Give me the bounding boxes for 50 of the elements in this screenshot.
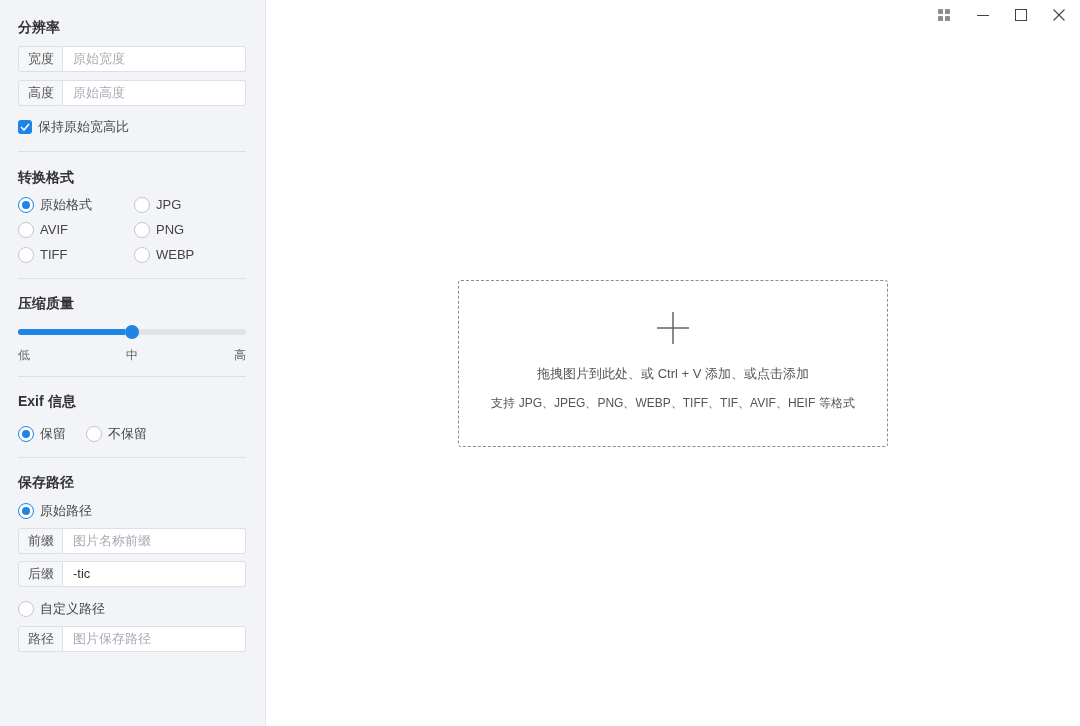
field-label: 路径 — [18, 626, 63, 652]
drop-instruction: 拖拽图片到此处、或 Ctrl + V 添加、或点击添加 — [537, 364, 809, 383]
radio-label[interactable]: WEBP — [156, 242, 195, 267]
slider-label: 中 — [126, 347, 138, 364]
input-field[interactable]: 图片保存路径 — [63, 626, 246, 652]
section-title: 转换格式 — [18, 168, 75, 187]
radio-label[interactable]: 自定义路径 — [40, 596, 105, 621]
checkbox-label[interactable]: 保持原始宽高比 — [38, 117, 129, 137]
radio-label[interactable]: 保留 — [40, 421, 66, 446]
minimize-icon — [976, 14, 989, 16]
radio-button[interactable] — [134, 196, 150, 213]
field-label: 高度 — [18, 80, 63, 106]
radio-label[interactable]: AVIF — [40, 217, 68, 242]
slider-track[interactable] — [18, 329, 246, 335]
radio-button[interactable] — [134, 221, 150, 238]
radio-button[interactable] — [18, 196, 34, 213]
field-label: 后缀 — [18, 561, 63, 587]
radio-button[interactable] — [18, 221, 34, 238]
section-title: 压缩质量 — [18, 294, 75, 313]
radio-button[interactable] — [86, 425, 102, 442]
radio-button[interactable] — [134, 246, 150, 263]
input-field[interactable]: 图片名称前缀 — [63, 528, 246, 554]
input-field[interactable]: -tic — [63, 561, 246, 587]
slider-label: 高 — [234, 347, 246, 364]
input-field[interactable]: 原始宽度 — [63, 46, 246, 72]
field-label: 宽度 — [18, 46, 63, 72]
field-label: 前缀 — [18, 528, 63, 554]
section-title: 保存路径 — [18, 473, 75, 492]
close-icon — [1053, 9, 1065, 21]
radio-label[interactable]: PNG — [156, 217, 185, 242]
radio-button[interactable] — [18, 600, 34, 617]
section-title: 分辨率 — [18, 18, 61, 37]
slider-label: 低 — [18, 347, 30, 364]
radio-label[interactable]: TIFF — [40, 242, 68, 267]
radio-button[interactable] — [18, 246, 34, 263]
checkbox[interactable] — [18, 120, 32, 134]
section-title: Exif 信息 — [18, 392, 77, 411]
plus-icon — [657, 311, 689, 344]
radio-label[interactable]: 原始格式 — [40, 192, 92, 217]
maximize-icon — [1015, 9, 1027, 21]
radio-label[interactable]: 不保留 — [108, 421, 147, 446]
drop-zone[interactable]: 拖拽图片到此处、或 Ctrl + V 添加、或点击添加 支持 JPG、JPEG、PNG、WEBP、TIFF、TIF、AVIF、HEIF 等格式 — [458, 279, 888, 447]
supported-formats: 支持 JPG、JPEG、PNG、WEBP、TIFF、TIF、AVIF、HEIF 等格式 — [491, 394, 855, 412]
radio-label[interactable]: 原始路径 — [40, 498, 92, 523]
radio-button[interactable] — [18, 502, 34, 519]
radio-button[interactable] — [18, 425, 34, 442]
slider-thumb[interactable] — [125, 325, 139, 339]
radio-label[interactable]: JPG — [156, 192, 182, 217]
grid-icon — [938, 9, 950, 21]
input-field[interactable]: 原始高度 — [63, 80, 246, 106]
